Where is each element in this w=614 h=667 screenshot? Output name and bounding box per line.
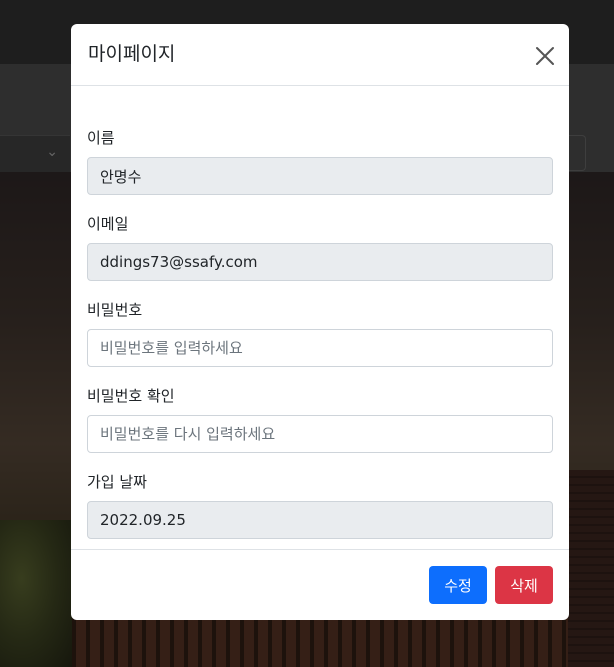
join-date-label: 가입 날짜 — [87, 473, 147, 491]
join-date-field[interactable] — [87, 501, 553, 539]
mypage-modal: 마이페이지 이름 이메일 비밀번호 비밀번호 확인 가입 날짜 — [71, 24, 569, 620]
password-label: 비밀번호 — [87, 301, 143, 319]
edit-button[interactable]: 수정 — [429, 566, 487, 604]
password-field[interactable] — [87, 329, 553, 367]
close-icon — [536, 47, 554, 65]
email-field[interactable] — [87, 243, 553, 281]
email-label: 이메일 — [87, 215, 129, 233]
password-confirm-label: 비밀번호 확인 — [87, 387, 175, 405]
close-button[interactable] — [531, 42, 559, 70]
modal-body: 이름 이메일 비밀번호 비밀번호 확인 가입 날짜 — [71, 86, 569, 550]
delete-button[interactable]: 삭제 — [495, 566, 553, 604]
name-field[interactable] — [87, 157, 553, 195]
modal-header: 마이페이지 — [71, 24, 569, 86]
name-label: 이름 — [87, 129, 115, 147]
modal-title: 마이페이지 — [88, 43, 176, 65]
password-confirm-field[interactable] — [87, 415, 553, 453]
modal-footer: 수정 삭제 — [71, 549, 569, 620]
